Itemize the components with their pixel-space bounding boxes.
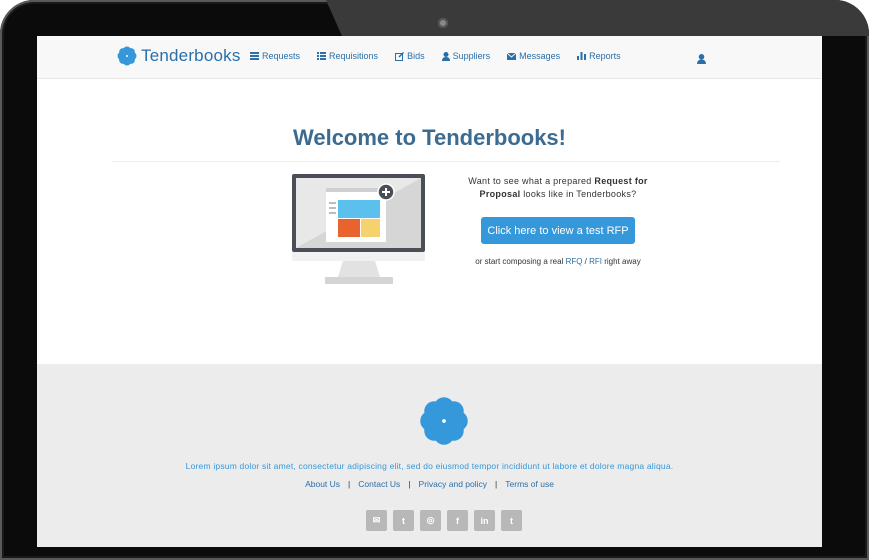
footer: Lorem ipsum dolor sit amet, consectetur … [37,364,822,547]
about-us-link[interactable]: About Us [305,479,340,489]
nav-item-label: Reports [589,51,621,61]
desc-text: Want to see what a prepared [468,176,595,186]
brand-logo[interactable]: Tenderbooks [117,45,241,67]
desc-text: looks like in Tenderbooks? [520,189,637,199]
compose-text: right away [602,257,641,266]
linkedin-icon[interactable]: in [474,510,495,531]
edit-icon [395,51,405,61]
footer-links: About Us | Contact Us | Privacy and policy | T… [37,479,822,489]
rfi-link[interactable]: RFI [589,257,602,266]
nav-item-label: Requests [262,51,301,61]
nav-item-reports[interactable]: Reports [577,51,621,61]
envelope-icon [507,52,517,60]
list-icon [317,52,327,60]
compose-line: or start composing a real RFQ / RFI righ… [452,257,664,266]
dribbble-icon[interactable]: ◎ [420,510,441,531]
nav-item-requisitions[interactable]: Requisitions [317,51,378,61]
list-icon [250,52,259,60]
bezel-gloss [326,0,869,36]
nav-item-label: Bids [407,51,425,61]
compose-text: or start composing a real [475,257,566,266]
divider [112,161,780,162]
nav-item-label: Suppliers [452,51,491,61]
navbar: Tenderbooks Requests Requisitions Bids S… [37,36,822,79]
social-links: ✉ t ◎ f in t [366,510,522,531]
bar-chart-icon [577,52,587,60]
nav-item-bids[interactable]: Bids [395,51,425,61]
device-frame: Tenderbooks Requests Requisitions Bids S… [0,0,869,560]
page-title: Welcome to Tenderbooks! [292,125,566,150]
view-test-rfp-button[interactable]: Click here to view a test RFP [481,217,635,244]
camera-icon [438,18,448,28]
facebook-icon[interactable]: f [447,510,468,531]
privacy-policy-link[interactable]: Privacy and policy [419,479,488,489]
user-icon [697,54,706,64]
terms-of-use-link[interactable]: Terms of use [505,479,554,489]
nav-item-label: Messages [519,51,561,61]
rfq-link[interactable]: RFQ [566,257,583,266]
link-separator: | [348,479,351,489]
rfp-description: Want to see what a prepared Request for … [452,175,664,201]
account-button[interactable] [697,51,706,69]
user-icon [441,51,450,61]
monitor-illustration [292,174,425,284]
nav-item-suppliers[interactable]: Suppliers [441,51,491,61]
nav-item-label: Requisitions [329,51,379,61]
tumblr-icon[interactable]: t [501,510,522,531]
link-separator: | [408,479,411,489]
nav-item-requests[interactable]: Requests [250,51,300,61]
flower-logo-icon [420,397,468,445]
envelope-icon[interactable]: ✉ [366,510,387,531]
screen: Tenderbooks Requests Requisitions Bids S… [37,36,822,547]
brand-name: Tenderbooks [141,46,241,65]
twitter-icon[interactable]: t [393,510,414,531]
nav-item-messages[interactable]: Messages [507,51,560,61]
footer-description: Lorem ipsum dolor sit amet, consectetur … [185,461,674,471]
link-separator: | [495,479,498,489]
contact-us-link[interactable]: Contact Us [358,479,400,489]
flower-logo-icon [117,46,137,66]
main-nav: Requests Requisitions Bids Suppliers Mes… [250,51,638,61]
